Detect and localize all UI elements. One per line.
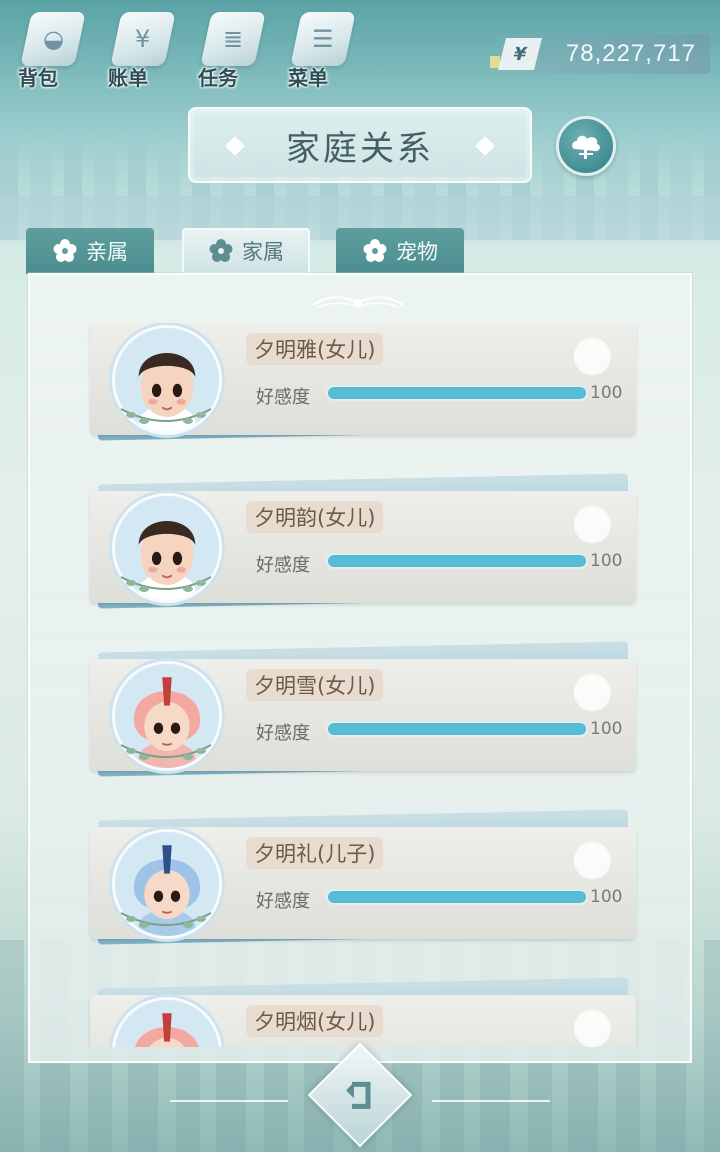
- leaf-wreath-icon: [120, 744, 212, 760]
- divider-line: [432, 1100, 550, 1102]
- tab-label: 亲属: [86, 240, 128, 264]
- diamond-ornament-icon: [475, 136, 495, 156]
- favor-value: 100: [590, 551, 623, 571]
- backpack-icon: ◒: [20, 12, 86, 66]
- menu-label: 背包: [18, 66, 58, 90]
- favor-bar-fill: [328, 387, 586, 399]
- family-tree-icon: [572, 135, 600, 159]
- family-list-panel: 夕明雅(女儿) 好感度 100 夕明韵(女儿) 好感度 100 夕明雪(女儿) …: [28, 273, 692, 1063]
- member-card[interactable]: 夕明雪(女儿) 好感度 100: [90, 641, 636, 777]
- favor-bar-fill: [328, 891, 586, 903]
- leaf-wreath-icon: [120, 576, 212, 592]
- diamond-ornament-icon: [225, 136, 245, 156]
- menu-main-button[interactable]: ☰ 菜单: [288, 8, 356, 92]
- member-card[interactable]: 夕明雅(女儿) 好感度 100: [90, 323, 636, 441]
- page-title: 家庭关系: [286, 128, 434, 169]
- yen-icon: ¥: [498, 38, 542, 70]
- member-card[interactable]: 夕明礼(儿子) 好感度 100: [90, 809, 636, 945]
- title-plate: 家庭关系: [188, 107, 532, 183]
- member-card[interactable]: 夕明韵(女儿) 好感度 100: [90, 473, 636, 609]
- return-arrow-icon: [346, 1081, 371, 1109]
- favor-bar-fill: [328, 555, 586, 567]
- favor-bar: [326, 385, 588, 401]
- flower-icon: [363, 239, 387, 262]
- favor-bar-fill: [328, 723, 586, 735]
- task-icon: ≣: [200, 12, 266, 66]
- scroll-ornament-icon: [312, 296, 404, 308]
- tab-label: 宠物: [396, 240, 438, 264]
- member-name: 夕明烟(女儿): [246, 1005, 384, 1037]
- currency-amount: 78,227,717: [565, 40, 696, 67]
- menu-label: 任务: [198, 66, 238, 90]
- menu-label: 菜单: [288, 66, 328, 90]
- member-name: 夕明雅(女儿): [246, 333, 384, 365]
- menu-bill-button[interactable]: ¥ 账单: [108, 8, 176, 92]
- favor-value: 100: [590, 383, 623, 403]
- tab-family[interactable]: 家属: [182, 228, 310, 274]
- flower-icon: [209, 239, 233, 262]
- menu-label: 账单: [108, 66, 148, 90]
- favor-value: 100: [590, 887, 623, 907]
- menu-icon: ☰: [290, 12, 356, 66]
- favor-label: 好感度: [256, 723, 310, 744]
- tab-pets[interactable]: 宠物: [336, 228, 464, 274]
- bill-icon: ¥: [110, 12, 176, 66]
- favor-value: 100: [590, 719, 623, 739]
- family-tree-button[interactable]: [556, 116, 616, 176]
- member-name: 夕明韵(女儿): [246, 501, 384, 533]
- favor-bar: [326, 721, 588, 737]
- tab-bar: 亲属 家属 宠物: [26, 228, 486, 276]
- member-name: 夕明礼(儿子): [246, 837, 384, 869]
- member-list[interactable]: 夕明雅(女儿) 好感度 100 夕明韵(女儿) 好感度 100 夕明雪(女儿) …: [30, 323, 690, 1047]
- menu-backpack-button[interactable]: ◒ 背包: [18, 8, 86, 92]
- favor-bar: [326, 553, 588, 569]
- currency-display: ¥ 78,227,717: [490, 34, 710, 74]
- divider-line: [170, 1100, 288, 1102]
- favor-bar: [326, 889, 588, 905]
- leaf-wreath-icon: [120, 912, 212, 928]
- tab-relatives[interactable]: 亲属: [26, 228, 154, 274]
- member-card[interactable]: 夕明烟(女儿) 好感度 100: [90, 977, 636, 1047]
- tab-label: 家属: [242, 240, 284, 264]
- top-menu: ◒ 背包 ¥ 账单 ≣ 任务 ☰ 菜单: [18, 8, 356, 92]
- favor-label: 好感度: [256, 891, 310, 912]
- favor-label: 好感度: [256, 555, 310, 576]
- member-name: 夕明雪(女儿): [246, 669, 384, 701]
- menu-task-button[interactable]: ≣ 任务: [198, 8, 266, 92]
- flower-icon: [53, 239, 77, 262]
- favor-label: 好感度: [256, 387, 310, 408]
- leaf-wreath-icon: [120, 408, 212, 424]
